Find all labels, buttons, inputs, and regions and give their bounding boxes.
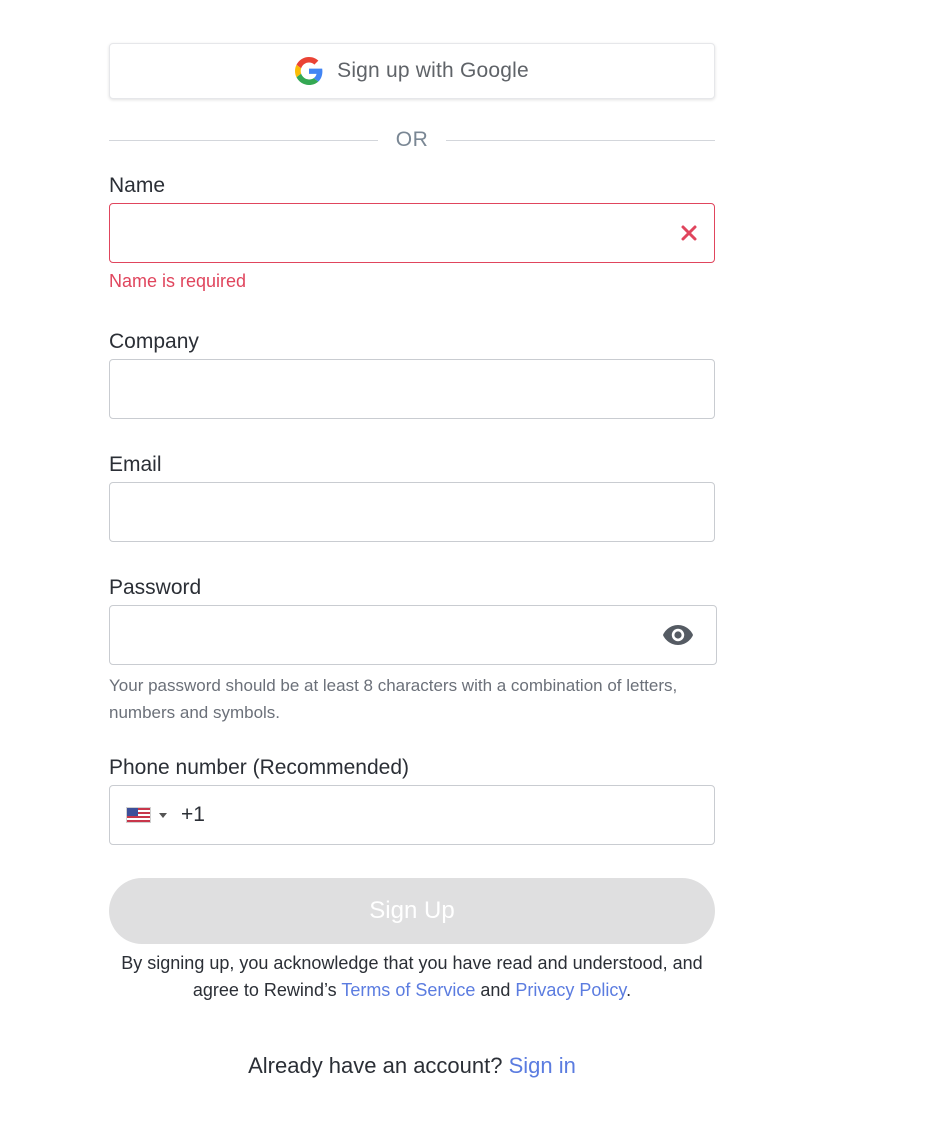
phone-label: Phone number (Recommended) xyxy=(109,756,409,779)
dial-code: +1 xyxy=(181,803,205,826)
privacy-policy-link[interactable]: Privacy Policy xyxy=(515,980,626,1000)
sign-in-link[interactable]: Sign in xyxy=(509,1053,576,1078)
signup-form: Sign up with Google OR Name Name is requ… xyxy=(0,0,928,1144)
legal-notice: By signing up, you acknowledge that you … xyxy=(109,950,715,1004)
company-input[interactable] xyxy=(109,359,715,419)
divider-line-left xyxy=(109,139,378,141)
signin-prompt-row: Already have an account? Sign in xyxy=(109,1053,715,1079)
us-flag-icon xyxy=(126,807,151,823)
password-label: Password xyxy=(109,576,202,599)
password-hint: Your password should be at least 8 chara… xyxy=(109,676,678,722)
divider-line-right xyxy=(446,139,715,141)
name-label: Name xyxy=(109,174,166,197)
show-password-eye-icon[interactable] xyxy=(662,624,694,646)
signin-prompt: Already have an account? xyxy=(248,1053,509,1078)
legal-middle: and xyxy=(475,980,516,1000)
terms-of-service-link[interactable]: Terms of Service xyxy=(341,980,475,1000)
sign-up-button[interactable]: Sign Up xyxy=(109,878,715,944)
company-label: Company xyxy=(109,330,199,353)
google-signup-label: Sign up with Google xyxy=(337,59,529,82)
country-code-select[interactable] xyxy=(126,807,167,823)
name-input[interactable] xyxy=(109,203,715,263)
google-g-icon xyxy=(295,57,323,85)
chevron-down-icon xyxy=(159,812,167,818)
phone-input[interactable]: +1 xyxy=(109,785,715,845)
email-input[interactable] xyxy=(109,482,715,542)
google-signup-button[interactable]: Sign up with Google xyxy=(109,43,715,99)
error-close-icon[interactable] xyxy=(680,224,698,242)
name-error-message: Name is required xyxy=(109,271,247,291)
email-label: Email xyxy=(109,453,162,476)
password-input[interactable] xyxy=(109,605,717,665)
or-text: OR xyxy=(395,128,429,151)
or-divider: OR xyxy=(109,126,715,154)
legal-suffix: . xyxy=(626,980,632,1000)
